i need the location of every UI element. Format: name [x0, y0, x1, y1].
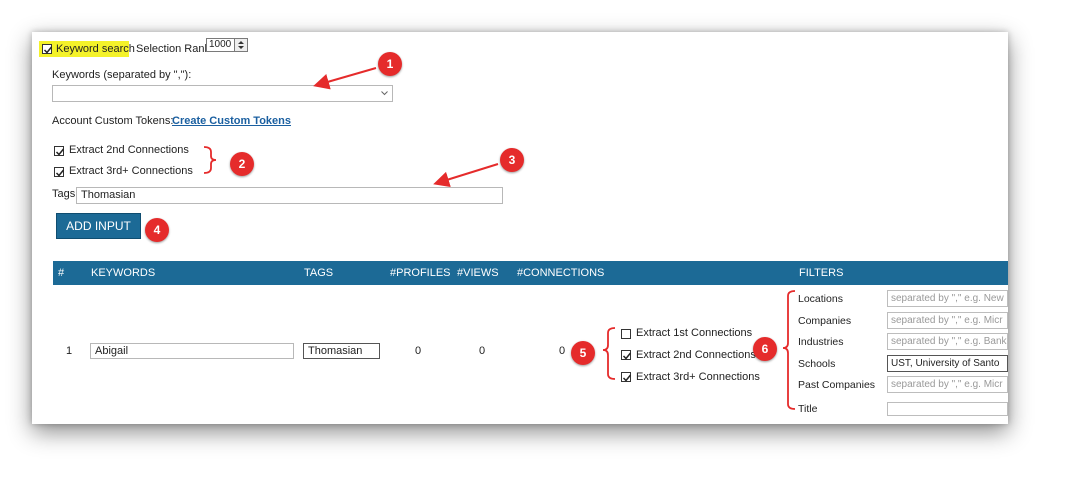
annotation-badge-5: 5 — [571, 341, 595, 365]
brace-5 — [602, 327, 616, 380]
main-panel: Keyword search Selection Rank 1000 Keywo… — [32, 32, 1008, 424]
annotation-badge-4: 4 — [145, 218, 169, 242]
annotation-badge-2: 2 — [230, 152, 254, 176]
annotation-badge-1: 1 — [378, 52, 402, 76]
arrow-3 — [433, 163, 499, 188]
brace-6 — [782, 290, 796, 410]
arrow-1 — [313, 67, 377, 90]
brace-2 — [203, 146, 217, 174]
annotation-badge-6: 6 — [753, 337, 777, 361]
annotation-overlay — [203, 67, 796, 410]
annotation-badge-3: 3 — [500, 148, 524, 172]
